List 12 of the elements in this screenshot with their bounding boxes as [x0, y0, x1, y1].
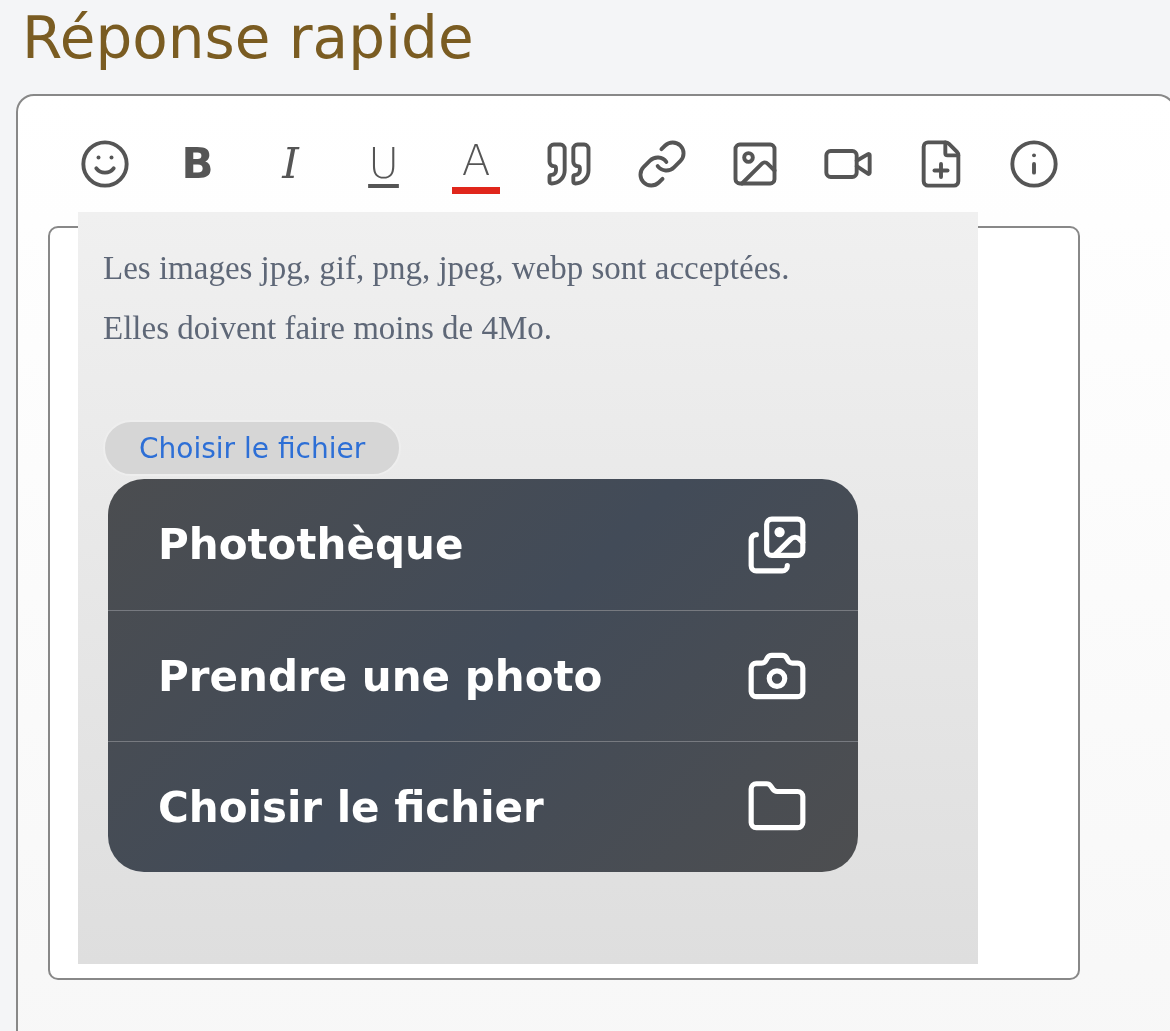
menu-item[interactable]: Photothèque [108, 479, 858, 610]
hint-text: Les images jpg, gif, png, jpeg, webp sont acceptées. [103, 249, 790, 288]
page-title: Réponse rapide [22, 3, 475, 74]
hint-text: Elles doivent faire moins de 4Mo. [103, 309, 553, 348]
smiley-icon [78, 138, 131, 190]
menu-item[interactable]: Prendre une photo [108, 610, 858, 741]
info-icon [1007, 138, 1060, 190]
underline-button[interactable]: U [337, 134, 430, 194]
italic-button[interactable]: I [244, 134, 337, 194]
bold-button[interactable]: B [151, 134, 244, 194]
text-color-button[interactable]: A [452, 134, 500, 194]
menu-item[interactable]: Choisir le fichier [108, 741, 858, 872]
